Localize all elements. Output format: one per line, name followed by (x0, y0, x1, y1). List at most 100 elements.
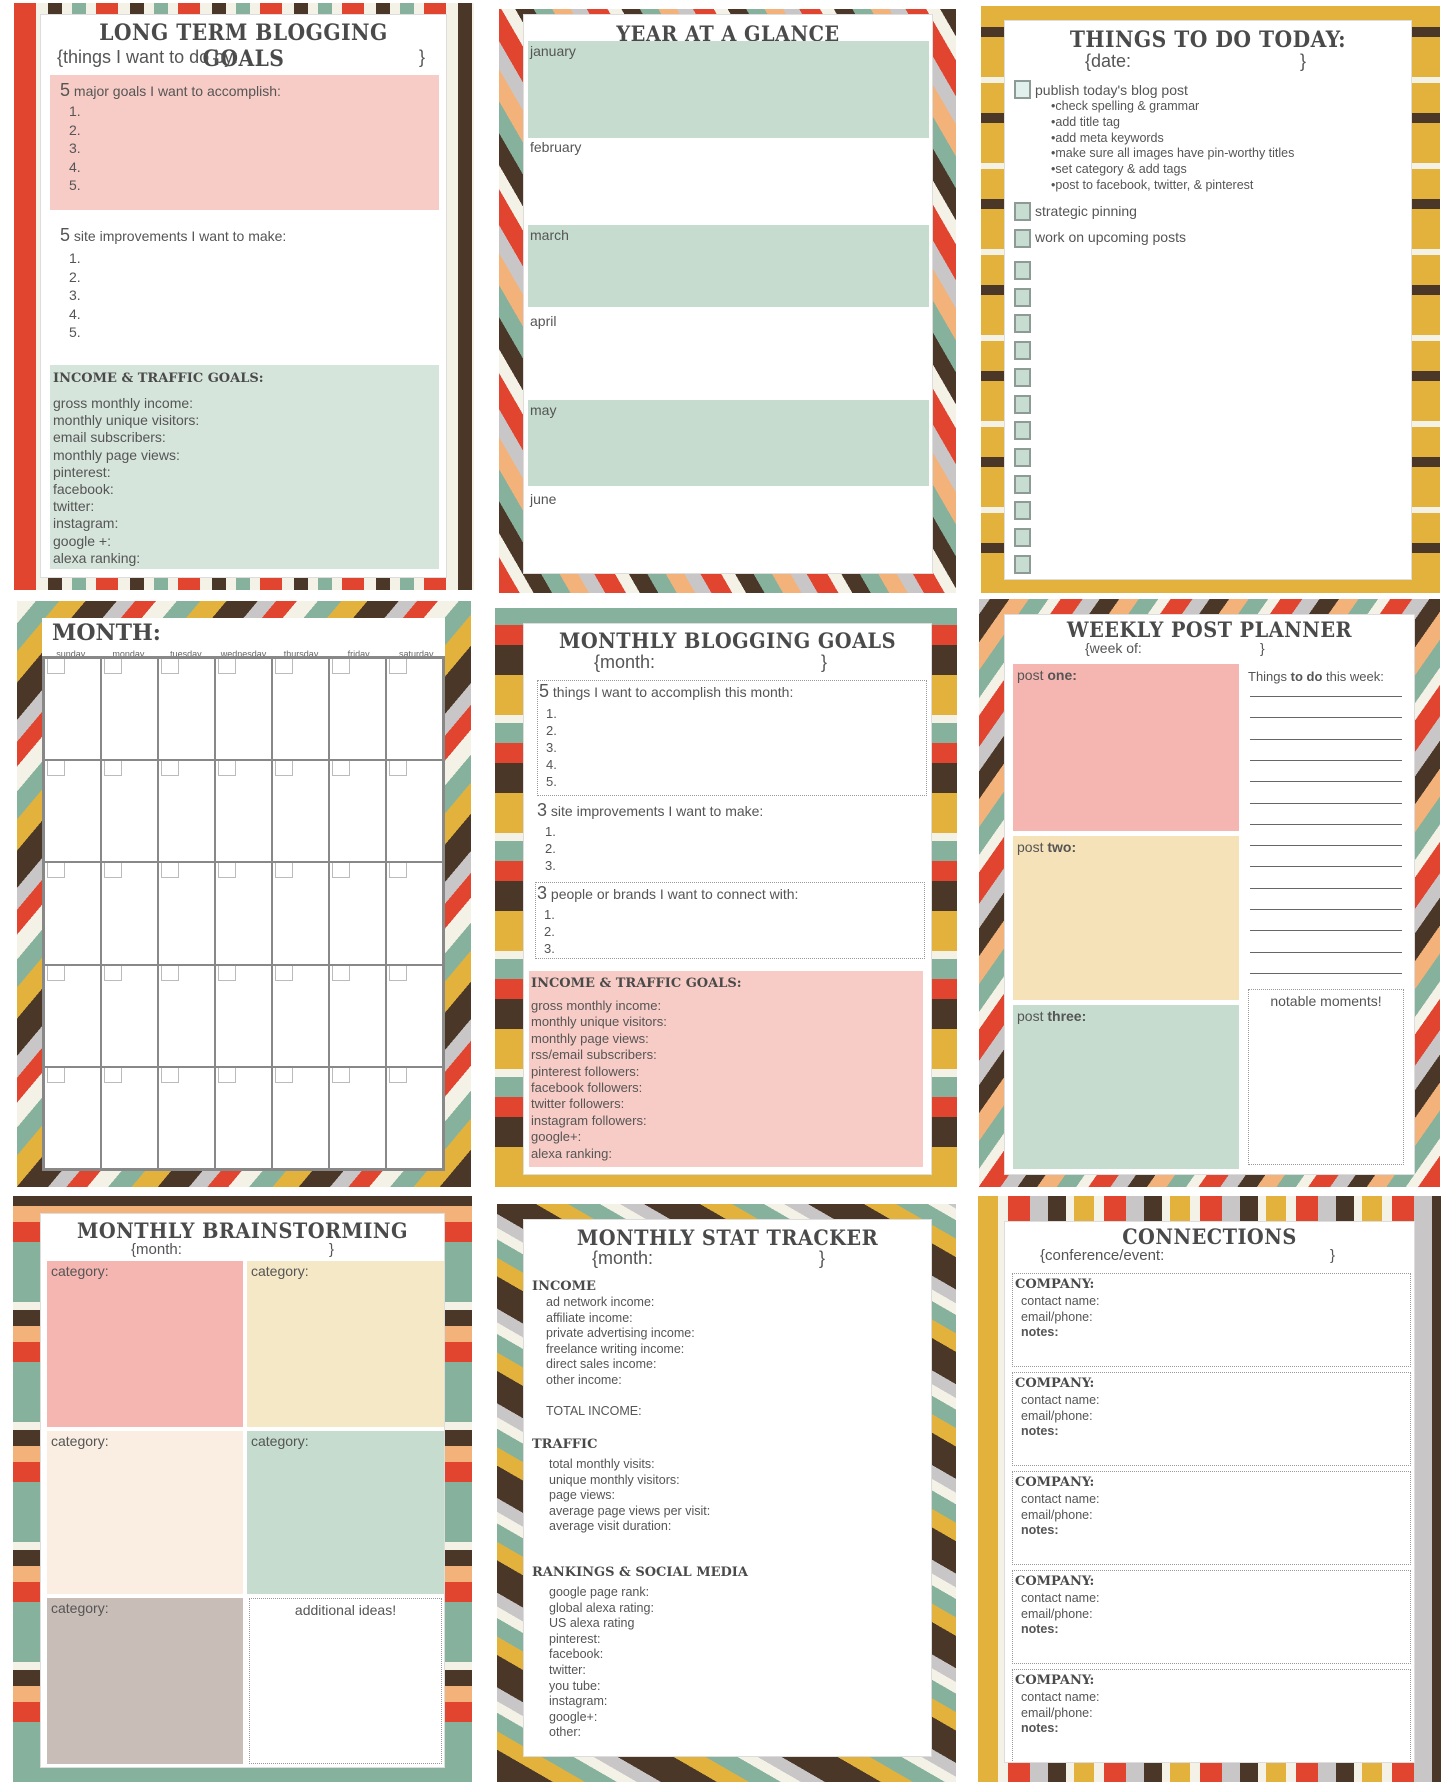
date-number-box (389, 965, 407, 981)
event-brace: } (1330, 1247, 1336, 1264)
income-field: other income: (546, 1372, 622, 1387)
day-cell[interactable] (44, 1066, 101, 1169)
checkbox[interactable] (1014, 229, 1031, 248)
email-phone-label: email/phone: (1021, 1408, 1093, 1423)
income-field: monthly page views: (531, 1030, 649, 1046)
todo-line[interactable] (1250, 866, 1402, 868)
day-cell[interactable] (386, 862, 443, 965)
improvement-line: 2. (69, 268, 81, 285)
ranking-field: google page rank: (549, 1585, 650, 1599)
checkbox[interactable] (1014, 287, 1031, 307)
count: 5 (60, 225, 71, 245)
notes-label: notes: (1021, 1424, 1059, 1438)
day-cell[interactable] (44, 760, 101, 863)
email-phone-label: email/phone: (1021, 1606, 1093, 1621)
day-cell[interactable] (158, 1066, 215, 1169)
additional-ideas-box: additional ideas! (249, 1598, 442, 1764)
checkbox[interactable] (1014, 202, 1031, 221)
day-cell[interactable] (272, 1066, 329, 1169)
day-cell[interactable] (101, 760, 158, 863)
todo-line[interactable] (1250, 972, 1402, 974)
checkbox[interactable] (1014, 80, 1031, 99)
todo-line[interactable] (1250, 759, 1402, 761)
checkbox[interactable] (1014, 554, 1031, 574)
day-cell[interactable] (101, 862, 158, 965)
checkbox[interactable] (1014, 528, 1031, 547)
sheet-title: CONNECTIONS (1122, 1224, 1297, 1249)
day-cell[interactable] (272, 658, 329, 761)
notes-label: notes: (1021, 1325, 1059, 1339)
notable-moments-box: notable moments! (1248, 989, 1404, 1165)
day-cell[interactable] (44, 658, 101, 761)
day-cell[interactable] (329, 760, 386, 863)
day-cell[interactable] (386, 1066, 443, 1169)
day-cell[interactable] (272, 964, 329, 1067)
company-card: COMPANY: contact name: email/phone: note… (1012, 1372, 1411, 1466)
day-cell[interactable] (215, 760, 272, 863)
sheet-title: MONTHLY BRAINSTORMING (77, 1218, 408, 1243)
day-cell[interactable] (386, 658, 443, 761)
day-cell[interactable] (329, 862, 386, 965)
month-brace: } (819, 1248, 826, 1268)
notes-label: notes: (1021, 1721, 1059, 1735)
post-number: one: (1047, 667, 1077, 683)
day-cell[interactable] (158, 760, 215, 863)
checkbox[interactable] (1014, 421, 1031, 441)
day-cell[interactable] (215, 658, 272, 761)
todo-line[interactable] (1250, 823, 1402, 825)
day-cell[interactable] (272, 862, 329, 965)
day-cell[interactable] (215, 862, 272, 965)
date-number-box (161, 659, 179, 674)
todo-line[interactable] (1250, 845, 1402, 847)
subtitle-brace: } (419, 47, 426, 67)
income-field: instagram followers: (531, 1112, 647, 1128)
day-cell[interactable] (215, 1066, 272, 1169)
day-cell[interactable] (158, 658, 215, 761)
todo-line[interactable] (1250, 951, 1402, 953)
checkbox[interactable] (1014, 447, 1031, 467)
todo-line[interactable] (1250, 930, 1402, 932)
day-cell[interactable] (386, 760, 443, 863)
checkbox[interactable] (1014, 474, 1031, 494)
day-cell[interactable] (329, 964, 386, 1067)
checkbox[interactable] (1014, 367, 1031, 387)
todo-line[interactable] (1250, 802, 1402, 804)
traffic-field: unique monthly visitors: (549, 1472, 680, 1487)
day-cell[interactable] (158, 964, 215, 1067)
checkbox[interactable] (1014, 501, 1031, 521)
contact-name-label: contact name: (1021, 1294, 1100, 1308)
income-field: google +: (53, 532, 111, 549)
checkbox[interactable] (1014, 314, 1031, 334)
day-cell[interactable] (272, 760, 329, 863)
improvement-line: 2. (545, 841, 556, 856)
todo-line[interactable] (1250, 887, 1402, 889)
calendar-grid (42, 656, 445, 1171)
day-cell[interactable] (386, 964, 443, 1067)
day-cell[interactable] (44, 964, 101, 1067)
todo-line[interactable] (1250, 738, 1402, 740)
day-cell[interactable] (158, 862, 215, 965)
day-cell[interactable] (329, 658, 386, 761)
todo-line[interactable] (1250, 717, 1402, 719)
count: 3 (537, 883, 548, 903)
day-cell[interactable] (101, 1066, 158, 1169)
todo-line[interactable] (1250, 696, 1402, 697)
date-number-box (332, 965, 350, 981)
category-label: category: (51, 1433, 109, 1449)
month-box-march: march (528, 225, 929, 307)
things-to-do-today-sheet: THINGS TO DO TODAY: {date: } publish tod… (981, 6, 1440, 593)
day-cell[interactable] (215, 964, 272, 1067)
todo-line[interactable] (1250, 781, 1402, 783)
checkbox[interactable] (1014, 341, 1031, 361)
todo-line[interactable] (1250, 909, 1402, 910)
day-cell[interactable] (44, 862, 101, 965)
sheet-page: MONTH: sunday monday tuesday wednesday thurs… (42, 618, 445, 1171)
contact-name-label: contact name: (1021, 1492, 1100, 1506)
checkbox[interactable] (1014, 394, 1031, 414)
day-cell[interactable] (101, 658, 158, 761)
sheet-page: MONTHLY STAT TRACKER {month: } INCOME ad… (523, 1219, 932, 1757)
day-cell[interactable] (101, 964, 158, 1067)
checkbox[interactable] (1014, 261, 1031, 280)
day-cell[interactable] (329, 1066, 386, 1169)
income-field: twitter: (53, 498, 95, 515)
